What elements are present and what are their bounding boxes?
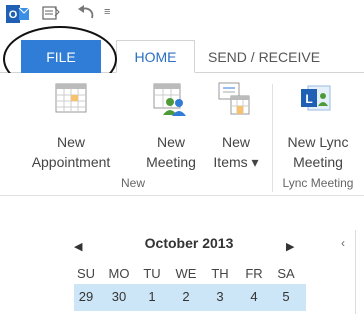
customize-toolbar-icon[interactable]: ≡ <box>104 6 110 18</box>
undo-icon[interactable] <box>76 5 98 21</box>
new-lync-meeting-button[interactable]: L New Lync Meeting <box>272 80 364 176</box>
new-meeting-button[interactable]: New Meeting <box>140 80 202 176</box>
new-meeting-label-line2: Meeting <box>146 154 196 170</box>
previous-month-arrow-icon[interactable]: ◀ <box>74 240 82 253</box>
calendar-day[interactable]: 2 <box>174 289 198 304</box>
ribbon-bottom-border <box>0 195 364 196</box>
collapse-pane-icon[interactable]: ‹ <box>341 236 345 250</box>
new-items-label-line2: Items ▾ <box>213 154 259 170</box>
new-items-dropdown[interactable]: New Items ▾ <box>203 80 269 176</box>
new-items-label-line1: New <box>221 134 250 150</box>
outlook-logo-icon: O <box>6 3 30 25</box>
lync-icon: L <box>300 82 332 119</box>
weekday-header: WE <box>175 266 197 281</box>
next-month-arrow-icon[interactable]: ▶ <box>286 240 294 253</box>
weekday-header: FR <box>245 266 263 281</box>
calendar-grid-icon <box>55 82 87 119</box>
new-appointment-label-line1: New <box>56 134 85 150</box>
pane-divider <box>355 230 356 314</box>
month-title: October 2013 <box>144 235 234 251</box>
meeting-people-icon <box>153 82 187 121</box>
send-receive-all-icon[interactable] <box>42 4 62 22</box>
group-label-lync-meeting: Lync Meeting <box>282 176 354 190</box>
svg-text:O: O <box>9 9 18 21</box>
svg-text:L: L <box>305 92 312 106</box>
calendar-day[interactable]: 1 <box>140 289 164 304</box>
new-items-icon <box>217 82 251 121</box>
tab-home[interactable]: HOME <box>116 40 195 73</box>
new-appointment-button[interactable]: New Appointment <box>0 80 142 176</box>
new-lync-meeting-label-line2: Meeting <box>293 154 343 170</box>
new-lync-meeting-label-line1: New Lync <box>287 134 349 150</box>
calendar-day[interactable]: 5 <box>274 289 298 304</box>
calendar-day[interactable]: 4 <box>242 289 266 304</box>
weekday-header: MO <box>108 266 130 281</box>
calendar-day[interactable]: 29 <box>74 289 98 304</box>
group-label-new: New <box>120 176 145 190</box>
calendar-day[interactable]: 30 <box>107 289 131 304</box>
weekday-header: SU <box>76 266 96 281</box>
tab-send-receive[interactable]: SEND / RECEIVE <box>208 40 358 73</box>
tab-file[interactable]: FILE <box>21 40 101 73</box>
weekday-header: TU <box>143 266 161 281</box>
weekday-header: TH <box>211 266 229 281</box>
calendar-day[interactable]: 3 <box>208 289 232 304</box>
new-meeting-label-line1: New <box>156 134 185 150</box>
new-appointment-label-line2: Appointment <box>31 154 111 170</box>
weekday-header: SA <box>277 266 295 281</box>
